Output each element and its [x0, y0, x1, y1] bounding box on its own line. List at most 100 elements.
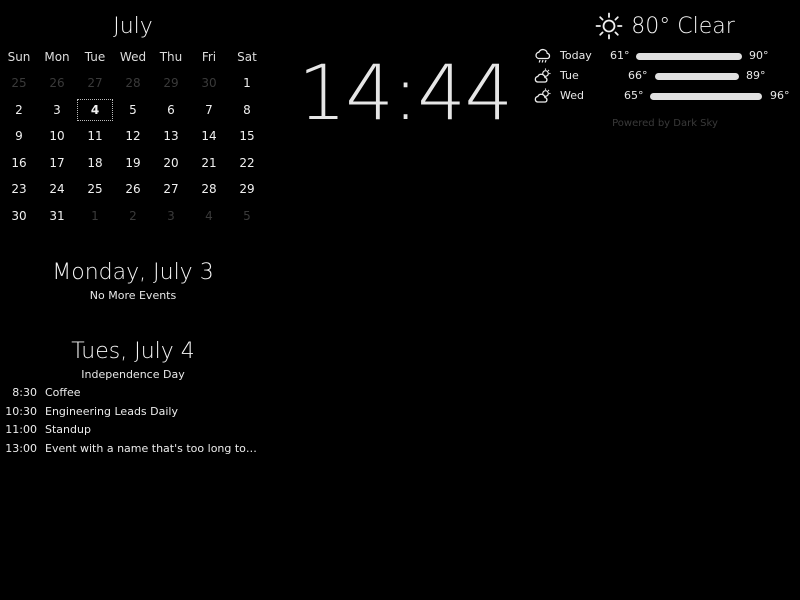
- event-row: 13:00 Event with a name that's too long t…: [0, 440, 266, 459]
- calendar-day: 9: [0, 123, 38, 150]
- calendar-day-number: 23: [11, 182, 27, 196]
- temperature-range-bar: [636, 53, 742, 60]
- calendar-day-today: 4: [76, 97, 114, 124]
- calendar-day-number: 17: [49, 155, 65, 170]
- agenda-tomorrow: Tues, July 4 Independence Day 8:30 Coffee…: [0, 337, 266, 458]
- calendar-day-number: 12: [125, 129, 141, 143]
- calendar-day-number: 20: [163, 155, 179, 170]
- weekday-header: Wed: [119, 50, 147, 64]
- calendar-day: 1: [76, 203, 114, 230]
- calendar-day: 18: [76, 150, 114, 177]
- partly-cloudy-icon: [534, 88, 552, 104]
- calendar-day: 3: [152, 203, 190, 230]
- calendar-day: 27: [76, 70, 114, 97]
- weekday-header: Fri: [201, 50, 217, 64]
- calendar-day: 19: [114, 150, 152, 177]
- calendar-day-number: 30: [201, 76, 217, 90]
- event-name: Event with a name that's too long to fit…: [45, 441, 257, 455]
- current-weather: 80° Clear: [534, 8, 796, 44]
- forecast-low: 66°: [628, 69, 648, 82]
- calendar-day: 10: [38, 123, 76, 150]
- calendar-day: 12: [114, 123, 152, 150]
- calendar-day-number: 9: [15, 129, 23, 143]
- calendar-day-number: 4: [205, 208, 213, 223]
- calendar-day-number: 6: [167, 102, 175, 117]
- calendar-day: 8: [228, 97, 266, 124]
- calendar-day-number: 19: [125, 155, 141, 170]
- calendar-day-number: 27: [87, 76, 103, 90]
- calendar-day-number: 28: [201, 182, 217, 196]
- calendar-day-number: 26: [125, 182, 141, 196]
- forecast-high: 90°: [749, 49, 769, 62]
- event-time: 11:00: [5, 423, 37, 436]
- calendar-day-number: 24: [49, 182, 65, 196]
- calendar-day-number: 8: [243, 102, 251, 117]
- calendar-day: 31: [38, 203, 76, 230]
- calendar-day-number: 3: [167, 208, 175, 223]
- calendar-day: 24: [38, 176, 76, 203]
- cloud-rain-icon: [534, 48, 552, 64]
- calendar-day-number: 2: [15, 102, 23, 117]
- event-row: 8:30 Coffee: [0, 384, 266, 403]
- calendar-day: 17: [38, 150, 76, 177]
- forecast-high: 96°: [770, 89, 790, 102]
- forecast-list: Today 61° 90° Tue 66° 89° Wed 65° 96°: [534, 46, 796, 106]
- calendar-day: 28: [114, 70, 152, 97]
- calendar-day-number: 28: [125, 76, 141, 90]
- temperature-range-bar: [650, 93, 762, 100]
- calendar-day: 28: [190, 176, 228, 203]
- event-row: 10:30 Engineering Leads Daily: [0, 403, 266, 422]
- calendar-day: 25: [76, 176, 114, 203]
- calendar-day: 22: [228, 150, 266, 177]
- calendar-day-number: 31: [49, 208, 65, 223]
- event-time: 10:30: [5, 404, 37, 418]
- calendar-day: 1: [228, 70, 266, 97]
- weekday-header: Mon: [44, 50, 70, 64]
- calendar-day: 14: [190, 123, 228, 150]
- calendar-day: 6: [152, 97, 190, 124]
- calendar-day-number: 26: [49, 76, 65, 90]
- calendar-day: 21: [190, 150, 228, 177]
- agenda-day-title: Monday, July 3: [52, 260, 214, 285]
- calendar-day-number: 4: [77, 98, 113, 121]
- calendar-day-number: 13: [163, 129, 179, 143]
- powered-by-label: Powered by Dark Sky: [612, 118, 718, 129]
- weekday-header: Sun: [7, 50, 31, 64]
- event-name: Engineering Leads Daily: [45, 404, 178, 418]
- calendar-day: 29: [152, 70, 190, 97]
- calendar-day: 4: [190, 203, 228, 230]
- calendar-day: 27: [152, 176, 190, 203]
- calendar-day: 29: [228, 176, 266, 203]
- forecast-day: Tue: [560, 69, 579, 82]
- forecast-row: Today 61° 90°: [534, 46, 796, 66]
- agenda-day-title: Tues, July 4: [71, 339, 195, 364]
- agenda-allday-event: Independence Day: [81, 368, 185, 381]
- calendar-day-number: 18: [87, 155, 103, 170]
- calendar-day: 11: [76, 123, 114, 150]
- forecast-row: Tue 66° 89°: [534, 66, 796, 86]
- calendar-month-title: July: [113, 14, 153, 39]
- calendar-day: 15: [228, 123, 266, 150]
- calendar-day-number: 1: [91, 208, 99, 223]
- sun-icon: [595, 12, 623, 40]
- event-row: 11:00 Standup: [0, 421, 266, 440]
- calendar-day: 7: [190, 97, 228, 124]
- calendar-day: 2: [0, 97, 38, 124]
- forecast-day: Wed: [560, 89, 584, 102]
- calendar-day-number: 11: [87, 129, 103, 143]
- weekday-header: Sat: [237, 50, 257, 64]
- forecast-low: 65°: [624, 89, 644, 102]
- calendar-day-number: 15: [239, 129, 255, 143]
- calendar-day-number: 10: [49, 129, 65, 143]
- calendar-day-number: 21: [201, 155, 217, 170]
- calendar-day: 2: [114, 203, 152, 230]
- calendar-day-number: 5: [129, 102, 137, 117]
- calendar-day-number: 29: [163, 76, 179, 90]
- calendar-day-number: 16: [11, 155, 27, 170]
- calendar-grid: Sun Mon Tue Wed Thu Fri Sat 25 26 27 28 29 30 1 2 3 4 5 6 7…: [0, 44, 266, 229]
- temperature-range-bar: [655, 73, 739, 80]
- calendar-day: 30: [0, 203, 38, 230]
- calendar-day-number: 3: [53, 102, 61, 117]
- calendar-day-number: 2: [129, 208, 137, 223]
- current-weather-label: 80° Clear: [631, 13, 735, 39]
